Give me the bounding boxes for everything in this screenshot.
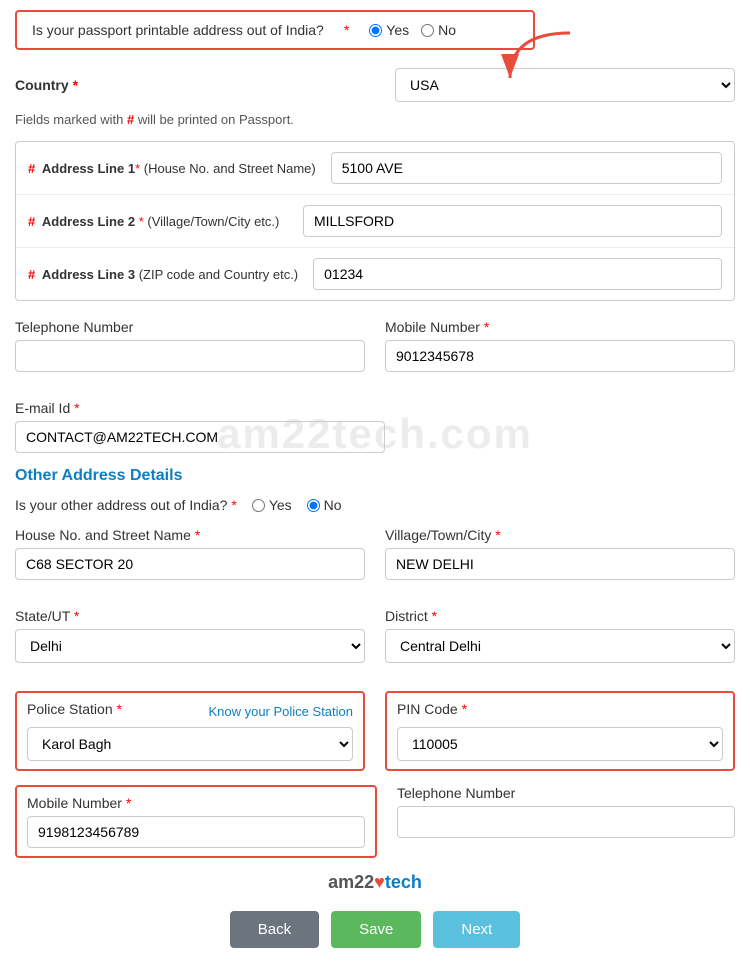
country-label: Country * [15,77,95,93]
telephone-label: Telephone Number [15,319,365,335]
other-mobile-box: Mobile Number * [15,785,377,858]
address-line1-row: # Address Line 1* (House No. and Street … [16,142,734,195]
other-tel-input[interactable] [397,806,735,838]
know-police-station-link[interactable]: Know your Police Station [208,704,353,719]
district-label: District * [385,608,735,624]
passport-yes-option[interactable]: Yes [369,22,409,38]
passport-yes-radio[interactable] [369,24,382,37]
pin-code-box: PIN Code * 110005 110001 110006 [385,691,735,771]
country-select-wrapper: USA India UK Canada Australia [105,68,735,102]
district-select[interactable]: Central Delhi North Delhi South Delhi Ea… [385,629,735,663]
district-group: District * Central Delhi North Delhi Sou… [385,608,735,663]
address-line2-label: # Address Line 2 * (Village/Town/City et… [28,214,288,229]
save-button[interactable]: Save [331,911,421,948]
police-station-box: Police Station * Know your Police Statio… [15,691,365,771]
other-mobile-input[interactable] [27,816,365,848]
telephone-input[interactable] [15,340,365,372]
house-no-label: House No. and Street Name * [15,527,365,543]
other-mobile-label: Mobile Number * [27,795,131,811]
address-section: # Address Line 1* (House No. and Street … [15,141,735,301]
back-button[interactable]: Back [230,911,319,948]
bottom-buttons: Back Save Next [15,897,735,958]
other-address-title: Other Address Details [15,467,735,485]
village-input[interactable] [385,548,735,580]
house-village-row: House No. and Street Name * Village/Town… [15,527,735,594]
other-addr-yes-radio[interactable] [252,499,265,512]
passport-question-box: Is your passport printable address out o… [15,10,535,50]
bottom-brand: am22♥tech [15,872,735,893]
telephone-group: Telephone Number [15,319,365,372]
fields-note: Fields marked with # will be printed on … [15,112,735,127]
email-group: E-mail Id * [15,400,385,453]
passport-no-option[interactable]: No [421,22,456,38]
address-line3-label: # Address Line 3 (ZIP code and Country e… [28,267,298,282]
other-addr-yes-option[interactable]: Yes [252,497,292,513]
other-addr-question-label: Is your other address out of India? * [15,497,237,513]
address-line2-row: # Address Line 2 * (Village/Town/City et… [16,195,734,248]
country-select[interactable]: USA India UK Canada Australia [395,68,735,102]
other-addr-question: Is your other address out of India? * Ye… [15,497,735,513]
address-line1-label: # Address Line 1* (House No. and Street … [28,161,316,176]
village-label: Village/Town/City * [385,527,735,543]
mobile-tel-row: Mobile Number * Telephone Number [15,785,735,858]
police-pin-row: Police Station * Know your Police Statio… [15,691,735,771]
state-group: State/UT * Delhi Maharashtra Karnataka T… [15,608,365,663]
address-line3-input[interactable] [313,258,722,290]
state-label: State/UT * [15,608,365,624]
passport-radio-group: Yes No [369,22,456,38]
address-line1-input[interactable] [331,152,722,184]
address-line2-input[interactable] [303,205,722,237]
mobile-label: Mobile Number * [385,319,735,335]
other-tel-group: Telephone Number [397,785,735,858]
house-no-group: House No. and Street Name * [15,527,365,580]
police-station-select[interactable]: Karol Bagh Connaught Place Lajpat Nagar [27,727,353,761]
pin-code-label: PIN Code * [397,701,723,717]
other-addr-no-radio[interactable] [307,499,320,512]
brand-heart: ♥ [374,872,385,892]
tel-mobile-row: Telephone Number Mobile Number * [15,319,735,386]
police-header: Police Station * Know your Police Statio… [27,701,353,722]
village-group: Village/Town/City * [385,527,735,580]
country-row: Country * USA India UK Canada Australia [15,68,735,102]
other-tel-label: Telephone Number [397,785,735,801]
passport-question-label: Is your passport printable address out o… [32,22,324,38]
other-addr-no-option[interactable]: No [307,497,342,513]
email-input[interactable] [15,421,385,453]
house-no-input[interactable] [15,548,365,580]
mobile-group: Mobile Number * [385,319,735,372]
mobile-input[interactable] [385,340,735,372]
police-station-label: Police Station * [27,701,122,717]
address-line3-row: # Address Line 3 (ZIP code and Country e… [16,248,734,300]
email-label: E-mail Id * [15,400,385,416]
next-button[interactable]: Next [433,911,520,948]
state-select[interactable]: Delhi Maharashtra Karnataka Tamil Nadu [15,629,365,663]
brand-tech: tech [385,872,422,892]
brand-am: am22 [328,872,374,892]
passport-no-radio[interactable] [421,24,434,37]
state-district-row: State/UT * Delhi Maharashtra Karnataka T… [15,608,735,677]
pin-code-select[interactable]: 110005 110001 110006 [397,727,723,761]
